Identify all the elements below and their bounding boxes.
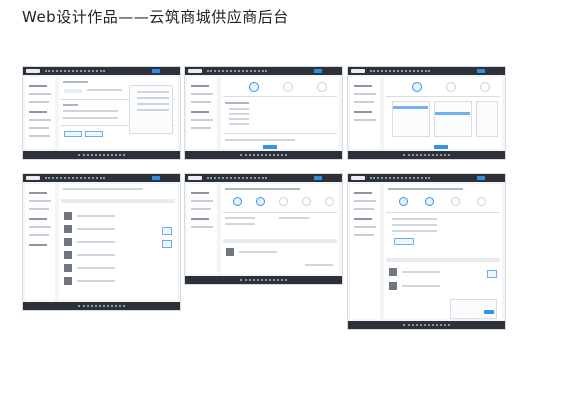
- top-nav: [185, 174, 342, 182]
- page-title: Web设计作品——云筑商城供应商后台: [22, 8, 289, 26]
- screenshot-order-detail: [184, 173, 343, 285]
- footer: [185, 151, 342, 159]
- main-content: [384, 184, 502, 319]
- footer: [348, 151, 505, 159]
- logo: [351, 69, 365, 73]
- sidebar: [187, 184, 217, 274]
- main-content: [221, 184, 339, 274]
- sidebar: [25, 77, 55, 149]
- logo: [26, 69, 40, 73]
- main-content: [59, 184, 177, 300]
- logo: [26, 176, 40, 180]
- nav-action-button: [314, 69, 322, 73]
- screenshot-category-select: [347, 66, 506, 160]
- logo: [351, 176, 365, 180]
- screenshot-order-process: [347, 173, 506, 330]
- top-nav: [23, 67, 180, 75]
- nav-menu: [370, 70, 430, 74]
- nav-menu: [207, 177, 267, 181]
- nav-action-button: [477, 69, 485, 73]
- nav-action-button: [152, 176, 160, 180]
- nav-menu: [45, 70, 105, 74]
- footer: [23, 151, 180, 159]
- sidebar: [350, 77, 380, 149]
- nav-menu: [370, 177, 430, 181]
- logo: [188, 176, 202, 180]
- screenshot-step-form: [184, 66, 343, 160]
- top-nav: [348, 174, 505, 182]
- logo: [188, 69, 202, 73]
- screenshot-dashboard: [22, 66, 181, 160]
- sidebar: [350, 184, 380, 319]
- nav-menu: [207, 70, 267, 74]
- nav-action-button: [314, 176, 322, 180]
- top-nav: [348, 67, 505, 75]
- top-nav: [23, 174, 180, 182]
- sidebar: [187, 77, 217, 149]
- footer: [185, 276, 342, 284]
- sidebar: [25, 184, 55, 300]
- nav-action-button: [152, 69, 160, 73]
- main-content: [59, 77, 177, 149]
- main-content: [384, 77, 502, 149]
- nav-menu: [45, 177, 105, 181]
- main-content: [221, 77, 339, 149]
- screenshot-product-list: [22, 173, 181, 311]
- footer: [348, 321, 505, 329]
- nav-action-button: [477, 176, 485, 180]
- footer: [23, 302, 180, 310]
- top-nav: [185, 67, 342, 75]
